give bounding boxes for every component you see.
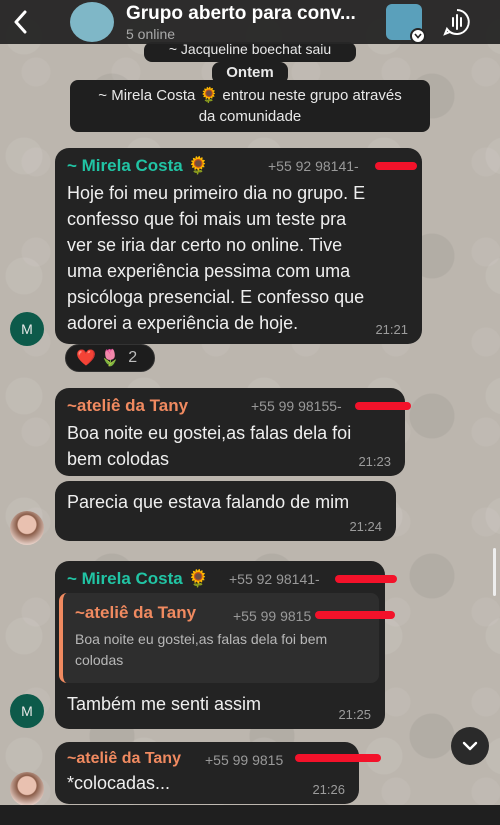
avatar-letter: M xyxy=(21,703,33,719)
avatar-letter: M xyxy=(21,321,33,337)
join-notice-line: ~ Mirela Costa 🌻 entrou neste grupo atra… xyxy=(98,87,402,104)
message-line: ver se iria dar certo no online. Tive xyxy=(67,235,343,255)
message-time: 21:21 xyxy=(375,322,408,337)
message-text: Parecia que estava falando de mim xyxy=(67,489,384,515)
date-chip-text: Ontem xyxy=(226,64,274,81)
message-bubble[interactable]: ~ateliê da Tany +55 99 9815 *colocadas..… xyxy=(55,742,381,804)
message-composer-bar[interactable] xyxy=(0,805,500,825)
join-notice-line: da comunidade xyxy=(198,108,302,125)
sender-phone: +55 92 98141- xyxy=(229,571,320,587)
sender-phone: +55 99 9815 xyxy=(205,752,284,768)
system-join-notice: ~ Mirela Costa 🌻 entrou neste grupo atra… xyxy=(70,80,430,132)
sender-phone: +55 92 98141- xyxy=(268,158,359,174)
redaction-mark xyxy=(315,611,395,619)
message-text: *colocadas... xyxy=(67,770,347,796)
message-line: Hoje foi meu primeiro dia no grupo. E xyxy=(67,183,366,203)
chat-title-block[interactable]: Grupo aberto para conv... 5 online xyxy=(126,3,386,42)
message-line: psicóloga presencial. E confesso que xyxy=(67,287,365,307)
message-line: bem colodas xyxy=(67,449,170,469)
message-text: Hoje foi meu primeiro dia no grupo. E co… xyxy=(67,180,410,336)
redaction-mark xyxy=(335,575,397,583)
sender-name[interactable]: ~ateliê da Tany xyxy=(67,396,393,416)
sender-phone: +55 99 98155- xyxy=(251,398,342,414)
message-time: 21:25 xyxy=(338,707,371,722)
message-time: 21:23 xyxy=(358,454,391,469)
message-text: Também me senti assim xyxy=(67,691,261,717)
message-bubble[interactable]: Parecia que estava falando de mim 21:24 xyxy=(55,481,396,541)
chevron-down-icon xyxy=(462,741,478,751)
message-bubble[interactable]: ~ Mirela Costa 🌻 +55 92 98141- Hoje foi … xyxy=(55,148,422,344)
quoted-line: Boa noite eu gostei,as falas dela foi be… xyxy=(75,631,328,647)
quoted-line: colodas xyxy=(75,652,124,668)
community-avatar[interactable] xyxy=(386,4,426,44)
quoted-text: Boa noite eu gostei,as falas dela foi be… xyxy=(75,629,369,671)
message-line: confesso que foi mais um teste pra xyxy=(67,209,347,229)
avatar[interactable] xyxy=(10,772,44,806)
reaction-bar[interactable]: ❤️ 🌷 2 xyxy=(65,344,155,372)
avatar[interactable]: M xyxy=(10,694,44,728)
message-line: Boa noite eu gostei,as falas dela foi xyxy=(67,423,352,443)
scroll-to-bottom-button[interactable] xyxy=(451,727,489,765)
message-line: Também me senti assim xyxy=(67,694,262,714)
scrollbar[interactable] xyxy=(493,548,496,596)
message-line: Parecia que estava falando de mim xyxy=(67,492,350,512)
message-bubble[interactable]: ~ateliê da Tany +55 99 98155- Boa noite … xyxy=(55,388,411,476)
voice-chat-icon xyxy=(443,9,470,36)
chevron-left-icon xyxy=(14,10,27,34)
system-notice-left-text: ~ Jacqueline boechat saiu xyxy=(168,42,332,57)
reaction-emojis: ❤️ 🌷 xyxy=(76,350,121,367)
online-count: 5 online xyxy=(126,25,176,42)
group-avatar[interactable] xyxy=(70,2,114,42)
avatar[interactable]: M xyxy=(10,312,44,346)
chat-header: Grupo aberto para conv... 5 online xyxy=(0,0,500,44)
chevron-down-icon xyxy=(410,28,426,44)
chat-title: Grupo aberto para conv... xyxy=(126,2,356,24)
message-text: Boa noite eu gostei,as falas dela foi be… xyxy=(67,420,393,472)
message-line: *colocadas... xyxy=(67,773,171,793)
quoted-phone: +55 99 9815 xyxy=(233,608,312,624)
redaction-mark xyxy=(375,162,417,170)
quoted-message[interactable]: ~ateliê da Tany +55 99 9815 Boa noite eu… xyxy=(59,593,395,683)
sender-name[interactable]: ~ Mirela Costa 🌻 xyxy=(67,569,373,589)
message-time: 21:26 xyxy=(312,782,345,797)
voice-chat-button[interactable] xyxy=(442,7,472,37)
message-line: uma experiência pessima com uma xyxy=(67,261,351,281)
system-notice-left: ~ Jacqueline boechat saiu xyxy=(144,42,356,62)
redaction-mark xyxy=(355,402,411,410)
redaction-mark xyxy=(295,754,381,762)
back-button[interactable] xyxy=(0,0,40,44)
avatar[interactable] xyxy=(10,511,44,545)
message-line: adorei a experiência de hoje. xyxy=(67,313,299,333)
reaction-count: 2 xyxy=(128,349,138,366)
message-time: 21:24 xyxy=(349,519,382,534)
